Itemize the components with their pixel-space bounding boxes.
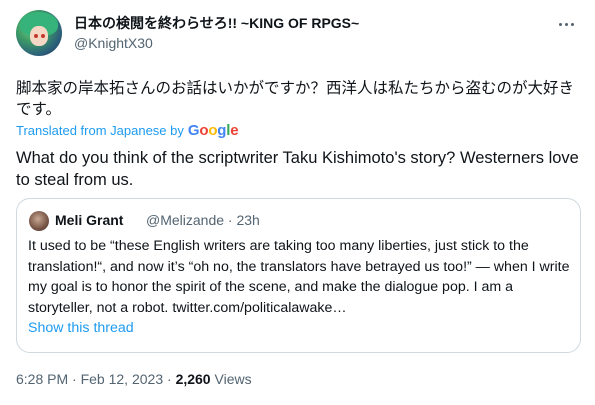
author-display-name[interactable]: 日本の検閲を終わらせろ!! ~KING OF RPGS~ [74,13,359,33]
quoted-author-handle: @Melizande [146,212,225,228]
tweet-translated-text: What do you think of the scriptwriter Ta… [16,149,579,189]
tweet: 日本の検閲を終わらせろ!! ~KING OF RPGS~ @KnightX30 … [0,0,595,405]
quoted-tweet-age: 23h [236,212,260,228]
quoted-author-name: Meli Grant [55,212,124,228]
google-logo: Google [187,122,239,139]
more-horizontal-icon[interactable] [553,14,579,34]
views-count: 2,260 [175,371,211,387]
quoted-tweet-body: It used to be “these English writers are… [28,238,570,316]
tweet-metadata: 6:28 PM · Feb 12, 2023 · 2,260 Views [16,371,252,387]
show-thread-link[interactable]: Show this thread [28,320,134,336]
author-avatar[interactable] [16,10,62,56]
translation-attribution[interactable]: Translated from Japanese by Google [16,122,239,139]
tweet-original-text: 脚本家の岸本拓さんのお話はいかがですか？西洋人は私たちから盗むのが大好きです。 [16,79,575,118]
avatar-eye [34,34,38,38]
author-handle[interactable]: @KnightX30 [74,35,153,51]
translated-from-label: Translated from Japanese by [16,123,184,138]
quoted-tweet[interactable]: Meli Grant @Melizande · 23h It used to b… [16,198,581,353]
views-label: Views [214,371,252,387]
avatar-face [30,26,48,46]
tweet-time[interactable]: 6:28 PM [16,371,68,387]
avatar-eye [41,34,45,38]
quoted-author-avatar [29,211,49,231]
quoted-author-meta: @Melizande · 23h [146,212,260,228]
tweet-date[interactable]: Feb 12, 2023 [81,371,164,387]
